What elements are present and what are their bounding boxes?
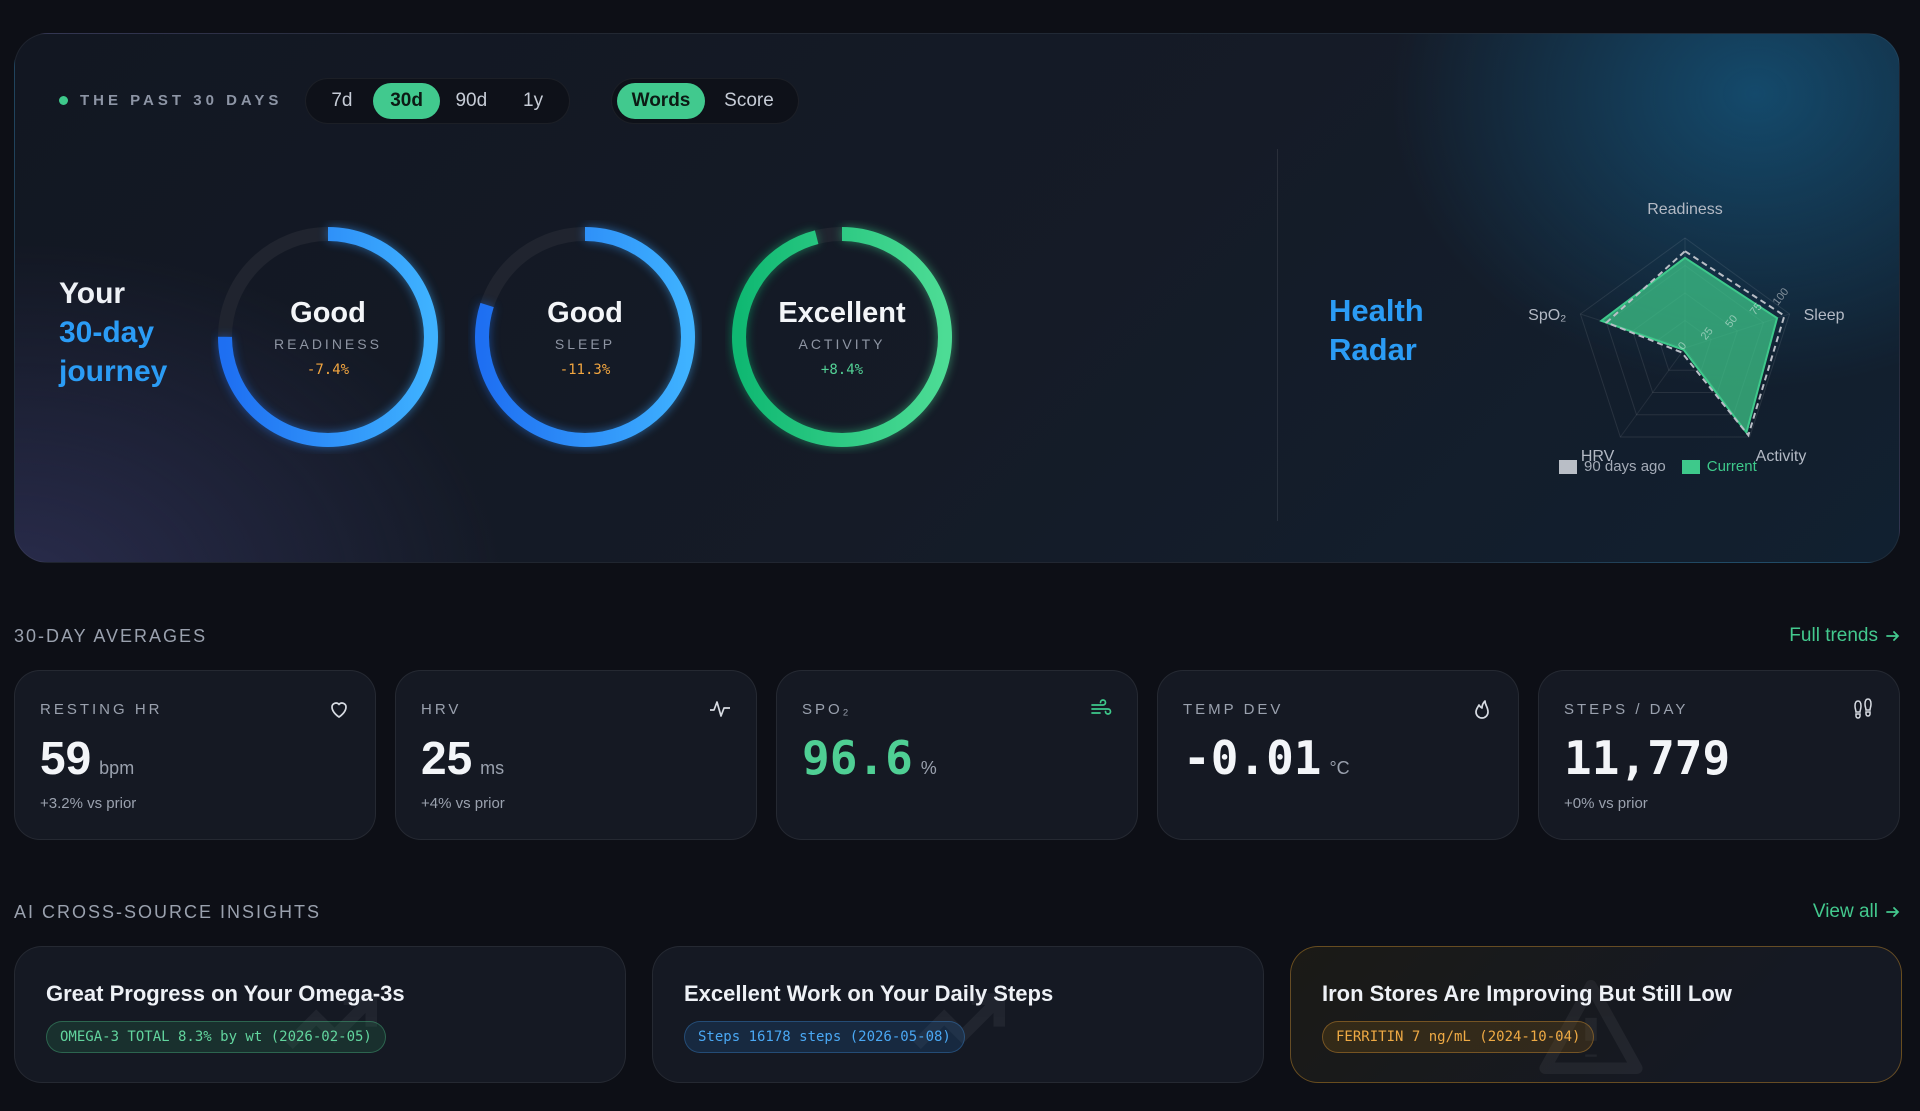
activity-ring[interactable]: Excellent ACTIVITY +8.4%	[725, 220, 959, 454]
legend-label-baseline: 90 days ago	[1584, 458, 1666, 475]
insight-title: Excellent Work on Your Daily Steps	[684, 981, 1054, 1006]
range-1y-button[interactable]: 1y	[502, 83, 564, 119]
full-trends-link[interactable]: Full trends	[1789, 625, 1900, 647]
radar-tick-label: 100	[1771, 286, 1792, 308]
hrv-label: HRV	[421, 701, 462, 718]
flame-icon	[1475, 700, 1489, 719]
radar-series-current	[1599, 256, 1779, 435]
radar-axis-label: Sleep	[1804, 307, 1845, 324]
view-all-label: View all	[1812, 901, 1878, 922]
journey-line-1: Your	[59, 277, 126, 310]
sleep-delta: -11.3%	[559, 361, 611, 378]
wind-icon	[1091, 699, 1112, 715]
temp-dev-label: TEMP DEV	[1183, 701, 1284, 718]
radar-title: Health Radar	[1329, 291, 1424, 369]
hrv-change: +4% vs prior	[421, 795, 505, 812]
resting-hr-label: RESTING HR	[40, 701, 163, 718]
sleep-label: SLEEP	[554, 335, 616, 352]
range-7d-button[interactable]: 7d	[311, 83, 373, 119]
radar-axis-label: SpO₂	[1528, 307, 1566, 324]
readiness-label: READINESS	[274, 335, 382, 352]
sleep-word: Good	[547, 296, 623, 329]
resting-hr-unit: bpm	[99, 758, 135, 778]
spo2-unit: %	[920, 758, 937, 778]
radar-title-line-2: Radar	[1329, 332, 1417, 367]
spo2-card[interactable]: SPO₂ 96.6 %	[776, 670, 1138, 840]
hero-panel: THE PAST 30 DAYS 7d 30d 90d 1y Words Sco…	[14, 33, 1900, 563]
hero-divider	[1277, 149, 1278, 521]
journey-line-3: journey	[59, 355, 168, 388]
steps-label: STEPS / DAY	[1564, 701, 1689, 718]
resting-hr-change: +3.2% vs prior	[40, 795, 137, 812]
legend-swatch-baseline	[1559, 459, 1577, 474]
spo2-value: 96.6	[802, 731, 913, 785]
range-90d-button[interactable]: 90d	[440, 83, 502, 119]
activity-label: ACTIVITY	[798, 335, 886, 352]
averages-header: 30-DAY AVERAGES Full trends	[14, 625, 1900, 647]
legend-label-current: Current	[1706, 458, 1757, 475]
steps-change: +0% vs prior	[1564, 795, 1648, 812]
insights-title: AI CROSS-SOURCE INSIGHTS	[14, 901, 322, 922]
radar-axis-label: Readiness	[1647, 201, 1723, 218]
temp-dev-value: -0.01	[1183, 731, 1322, 785]
arrow-right-icon	[1886, 907, 1900, 917]
activity-delta: +8.4%	[820, 361, 864, 378]
readiness-delta: -7.4%	[306, 361, 350, 378]
readiness-word: Good	[290, 296, 366, 329]
resting-hr-value: 59	[40, 732, 92, 784]
journey-line-2: 30-day	[59, 316, 155, 349]
legend-item-current[interactable]: Current	[1681, 458, 1757, 475]
legend-swatch-current	[1681, 459, 1700, 474]
radar-legend: 90 days ago Current	[1559, 458, 1757, 475]
steps-card[interactable]: STEPS / DAY 11,779 +0% vs prior	[1538, 670, 1900, 840]
full-trends-label: Full trends	[1789, 625, 1878, 646]
insight-tag: FERRITIN 7 ng/mL (2024-10-04)	[1322, 1021, 1595, 1053]
journey-heading: Your 30-day journey	[59, 274, 167, 391]
readiness-ring[interactable]: Good READINESS -7.4%	[211, 220, 445, 454]
period-label: THE PAST 30 DAYS	[80, 92, 283, 109]
hrv-card[interactable]: HRV 25 ms +4% vs prior	[395, 670, 757, 840]
arrow-right-icon	[1886, 631, 1900, 641]
spo2-label: SPO₂	[802, 701, 852, 718]
heart-icon	[331, 702, 347, 719]
mode-selector: Words Score	[611, 78, 799, 124]
averages-title: 30-DAY AVERAGES	[14, 625, 208, 646]
temp-dev-card[interactable]: TEMP DEV -0.01 °C	[1157, 670, 1519, 840]
radar-title-line-1: Health	[1329, 293, 1424, 328]
insight-title: Iron Stores Are Improving But Still Low	[1322, 981, 1732, 1006]
range-30d-button[interactable]: 30d	[372, 83, 441, 119]
view-all-link[interactable]: View all	[1813, 901, 1900, 923]
legend-item-baseline[interactable]: 90 days ago	[1559, 458, 1666, 475]
temp-dev-unit: °C	[1329, 758, 1350, 778]
hrv-value: 25	[421, 732, 473, 784]
steps-value: 11,779	[1564, 731, 1731, 785]
sleep-ring[interactable]: Good SLEEP -11.3%	[468, 220, 702, 454]
period-indicator: THE PAST 30 DAYS	[59, 92, 282, 109]
activity-word: Excellent	[778, 296, 906, 329]
resting-hr-card[interactable]: RESTING HR 59 bpm +3.2% vs prior	[14, 670, 376, 840]
pulse-icon	[710, 701, 730, 717]
insight-title: Great Progress on Your Omega-3s	[46, 981, 405, 1006]
mode-score-button[interactable]: Score	[705, 83, 793, 119]
radar-axis-label: Activity	[1756, 448, 1807, 465]
insight-card-iron[interactable]: Iron Stores Are Improving But Still Low …	[1290, 946, 1902, 1083]
range-selector: 7d 30d 90d 1y	[305, 78, 570, 124]
insights-header: AI CROSS-SOURCE INSIGHTS View all	[14, 901, 1900, 923]
insight-tag: OMEGA-3 TOTAL 8.3% by wt (2026-02-05)	[46, 1021, 386, 1053]
hrv-unit: ms	[480, 758, 505, 778]
insight-card-omega3[interactable]: Great Progress on Your Omega-3s OMEGA-3 …	[14, 946, 626, 1083]
insight-card-steps[interactable]: Excellent Work on Your Daily Steps Steps…	[652, 946, 1264, 1083]
status-dot	[59, 96, 68, 105]
insight-tag: Steps 16178 steps (2026-05-08)	[684, 1021, 965, 1053]
footprints-icon	[1854, 698, 1872, 719]
mode-words-button[interactable]: Words	[617, 83, 705, 119]
